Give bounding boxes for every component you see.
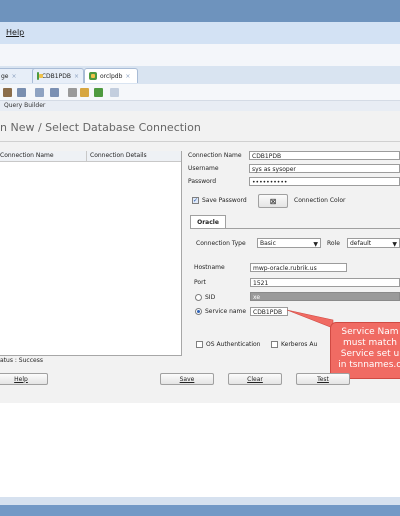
password-input[interactable]: •••••••••• (249, 177, 400, 186)
port-label: Port (194, 279, 206, 286)
connection-color-button[interactable]: ⊠ (258, 194, 288, 208)
role-value: default (350, 240, 372, 247)
connection-list[interactable] (0, 151, 182, 356)
dropdown-arrow-icon: ▼ (313, 241, 318, 248)
tab-divider (190, 228, 400, 229)
sid-radio[interactable] (195, 294, 202, 301)
taskbar (0, 505, 400, 516)
connection-name-input[interactable]: CDB1PDB (249, 151, 400, 160)
help-button[interactable]: Help (0, 373, 48, 385)
tab-oracle[interactable]: Oracle (190, 215, 226, 229)
status-bar (0, 497, 400, 505)
password-label: Password (188, 178, 217, 185)
connection-type-label: Connection Type (196, 240, 246, 247)
test-button-label: Test (317, 375, 329, 383)
callout-pointer (286, 309, 334, 329)
tab-cdb1pdb[interactable]: CDB1PDB × (32, 68, 84, 83)
hostname-label: Hostname (194, 264, 225, 271)
port-input[interactable]: 1521 (250, 278, 400, 287)
column-divider (86, 151, 87, 161)
username-input[interactable]: sys as sysoper (249, 164, 400, 173)
database-icon (89, 72, 97, 80)
dialog-title: n New / Select Database Connection (0, 121, 201, 134)
toolbar (0, 84, 400, 101)
eraser-icon[interactable] (80, 88, 89, 97)
help-button-label: Help (14, 375, 28, 383)
format-icon[interactable] (110, 88, 119, 97)
connection-type-value: Basic (260, 240, 276, 247)
os-authentication-label: OS Authentication (206, 341, 261, 348)
callout-line: must match (342, 338, 397, 348)
history-icon[interactable] (94, 88, 103, 97)
save-button-label: Save (179, 375, 195, 383)
clear-button-label: Clear (247, 375, 263, 383)
role-label: Role (327, 240, 340, 247)
service-name-input[interactable]: CDB1PDB (250, 307, 288, 316)
service-name-radio[interactable] (195, 308, 202, 315)
callout-line: Service set u (340, 349, 400, 359)
test-button[interactable]: Test (296, 373, 350, 385)
save-password-checkbox[interactable]: ✓ (192, 197, 199, 204)
tab-label: CDB1PDB (41, 72, 71, 80)
connection-name-label: Connection Name (188, 152, 242, 159)
os-authentication-checkbox[interactable] (196, 341, 203, 348)
divider (0, 141, 400, 142)
hostname-input[interactable]: mwp-oracle.rubrik.us (250, 263, 347, 272)
username-label: Username (188, 165, 219, 172)
close-icon[interactable]: × (74, 73, 79, 80)
query-builder-tab[interactable]: Query Builder (4, 102, 45, 109)
title-bar (0, 0, 400, 22)
callout-line: Service Nam (341, 327, 399, 337)
callout-line: in tsnnames.o (338, 360, 400, 370)
save-button[interactable]: Save (160, 373, 214, 385)
run-icon[interactable] (3, 88, 12, 97)
close-icon[interactable]: × (12, 73, 17, 80)
connection-type-select[interactable]: Basic ▼ (257, 238, 321, 248)
status-text: atus : Success (0, 357, 43, 364)
service-name-label: Service name (205, 308, 247, 315)
menu-bar (0, 22, 400, 44)
menu-help[interactable]: Help (6, 28, 24, 37)
save-password-label: Save Password (202, 197, 247, 204)
color-picker-icon: ⊠ (269, 196, 277, 206)
clear-button[interactable]: Clear (228, 373, 282, 385)
column-header-connection-name[interactable]: Connection Name (0, 152, 54, 159)
close-icon[interactable]: × (125, 73, 130, 80)
kerberos-label: Kerberos Au (281, 341, 318, 348)
rollback-icon[interactable] (50, 88, 59, 97)
kerberos-checkbox[interactable] (271, 341, 278, 348)
workspace-strip (0, 44, 400, 66)
commit-icon[interactable] (35, 88, 44, 97)
tab-label: ge (1, 72, 9, 80)
connection-color-label: Connection Color (294, 197, 346, 204)
sid-label: SID (205, 294, 216, 301)
run-script-icon[interactable] (17, 88, 26, 97)
database-icon (37, 72, 43, 80)
annotation-callout: Service Nam must match Service set u in … (330, 322, 400, 379)
role-select[interactable]: default ▼ (347, 238, 400, 248)
tab-orclpdb[interactable]: orclpdb × (84, 68, 138, 83)
column-header-connection-details[interactable]: Connection Details (90, 152, 147, 159)
callout-arrow-icon (286, 309, 334, 329)
editor-tab-bar: ge × CDB1PDB × orclpdb × (0, 66, 400, 85)
sql-tuning-icon[interactable] (68, 88, 77, 97)
dropdown-arrow-icon: ▼ (392, 241, 397, 248)
sid-input[interactable]: xe (250, 292, 400, 301)
tab-label: orclpdb (100, 72, 123, 80)
